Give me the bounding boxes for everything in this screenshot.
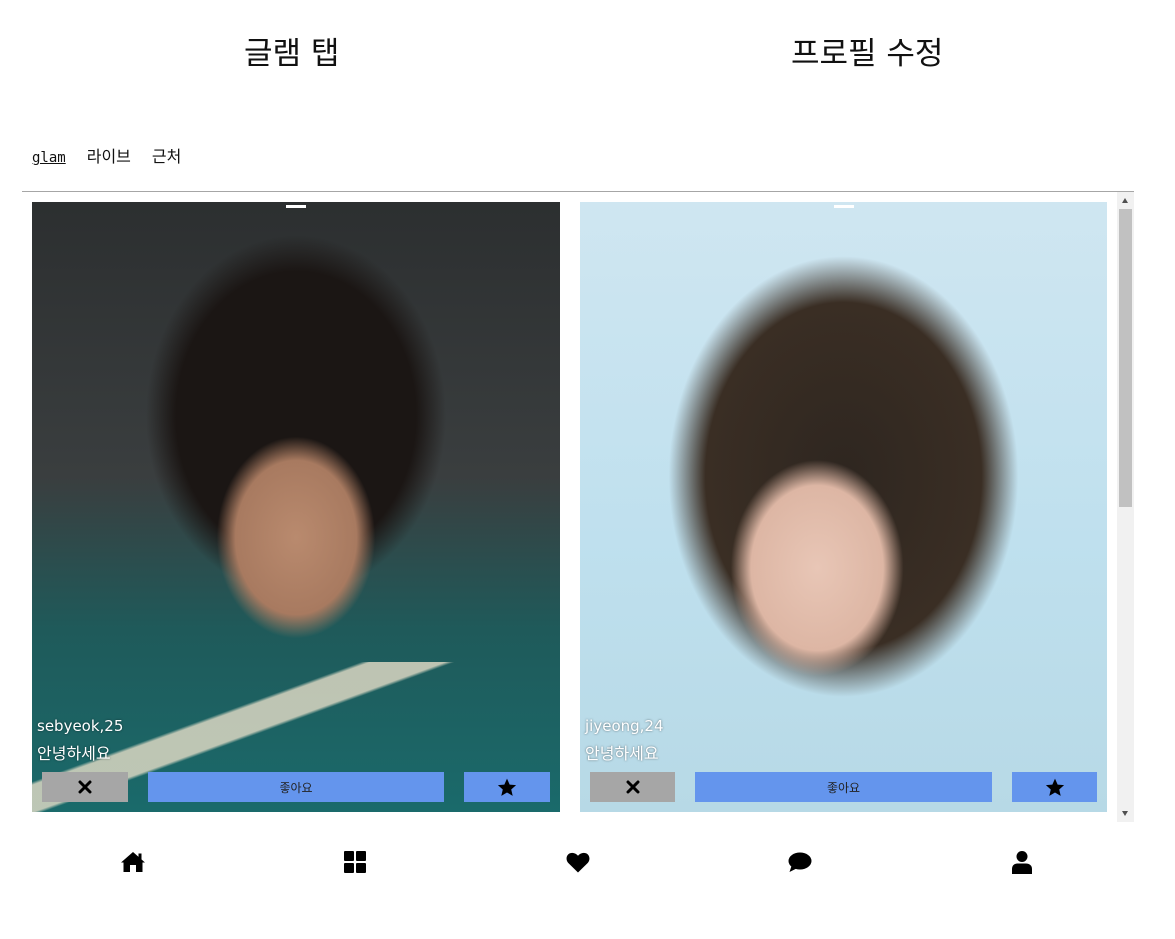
home-icon [121, 852, 145, 872]
scrollbar-thumb[interactable] [1119, 209, 1132, 507]
tab-bar: glam 라이브 근처 [32, 143, 202, 167]
profile-card[interactable]: jiyeong,24 안녕하세요 좋아요 [580, 202, 1107, 812]
like-button[interactable]: 좋아요 [695, 772, 992, 802]
photo-indicator [286, 205, 306, 208]
scroll-up-arrow-icon[interactable] [1122, 198, 1128, 203]
nav-grid[interactable] [338, 845, 372, 879]
nav-likes[interactable] [561, 845, 595, 879]
super-like-button[interactable] [1012, 772, 1097, 802]
reject-button[interactable] [42, 772, 128, 802]
star-icon [1045, 778, 1064, 796]
profile-name-age: sebyeok,25 [37, 717, 124, 735]
bottom-nav [0, 845, 1175, 879]
nav-home[interactable] [116, 845, 150, 879]
card-scroll-area[interactable]: sebyeok,25 안녕하세요 좋아요 jiyeong,24 안녕하세요 좋아… [22, 192, 1134, 822]
vertical-scrollbar[interactable] [1117, 192, 1134, 822]
user-icon [1012, 850, 1032, 874]
page-title-glam-tab: 글램 탭 [244, 36, 340, 72]
nav-chat[interactable] [783, 845, 817, 879]
profile-card[interactable]: sebyeok,25 안녕하세요 좋아요 [32, 202, 560, 812]
like-button[interactable]: 좋아요 [148, 772, 444, 802]
tab-glam[interactable]: glam [32, 150, 66, 166]
grid-icon [344, 851, 366, 873]
nav-profile[interactable] [1005, 845, 1039, 879]
tab-live[interactable]: 라이브 [87, 143, 131, 167]
super-like-button[interactable] [464, 772, 550, 802]
profile-greeting: 안녕하세요 [585, 744, 659, 763]
star-icon [497, 778, 517, 796]
close-icon [78, 780, 92, 794]
close-icon [626, 780, 639, 794]
tab-nearby[interactable]: 근처 [152, 143, 181, 167]
reject-button[interactable] [590, 772, 675, 802]
photo-indicator [833, 205, 854, 208]
heart-icon [566, 852, 590, 872]
chat-icon [788, 852, 812, 872]
profile-greeting: 안녕하세요 [37, 744, 111, 763]
profile-name-age: jiyeong,24 [585, 717, 664, 735]
scroll-down-arrow-icon[interactable] [1122, 811, 1128, 816]
edit-profile-title[interactable]: 프로필 수정 [791, 28, 943, 73]
